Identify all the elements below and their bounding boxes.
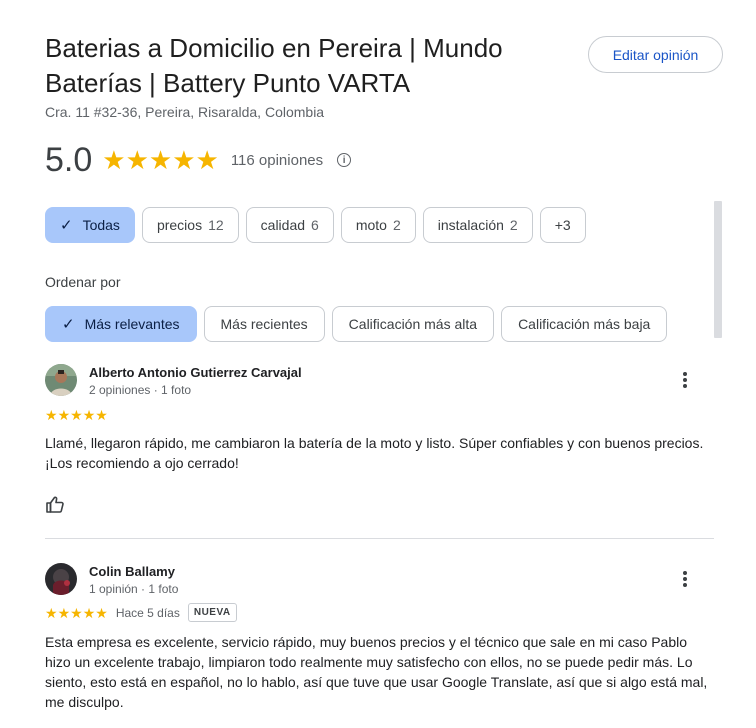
rating-stars: ★ ★ ★ ★ ★	[102, 147, 219, 173]
sort-chip-label: Más relevantes	[84, 316, 180, 332]
star-icon: ★	[70, 407, 83, 423]
filter-chips: ✓ Todas precios 12 calidad 6 moto 2 inst…	[45, 207, 593, 243]
review-count: 116 opiniones	[230, 151, 324, 169]
star-icon: ★	[95, 407, 108, 423]
rating-summary: 5.0 ★ ★ ★ ★ ★ 116 opiniones i	[45, 140, 352, 180]
sort-chip-baja[interactable]: Calificación más baja	[501, 306, 668, 342]
review-divider	[45, 538, 714, 539]
filter-chip-more[interactable]: +3	[539, 207, 586, 243]
sort-chips: ✓ Más relevantes Más recientes Calificac…	[45, 306, 674, 342]
filter-chip-count: 12	[208, 217, 224, 233]
star-icon: ★	[195, 145, 219, 175]
check-icon: ✓	[60, 217, 73, 234]
star-icon: ★	[172, 145, 196, 175]
more-options-icon[interactable]	[677, 569, 693, 589]
info-icon[interactable]: i	[337, 153, 352, 167]
filter-chip-count: 6	[311, 217, 319, 233]
reviewer-name[interactable]: Alberto Antonio Gutierrez Carvajal	[89, 365, 302, 380]
sort-chip-relevantes[interactable]: ✓ Más relevantes	[45, 306, 197, 342]
reviewer-meta: 1 opinión · 1 foto	[89, 582, 179, 596]
avatar[interactable]	[45, 364, 77, 396]
star-icon: ★	[57, 604, 71, 621]
filter-chip-label: moto	[355, 217, 387, 233]
sort-chip-alta[interactable]: Calificación más alta	[331, 306, 495, 342]
review-card: Alberto Antonio Gutierrez Carvajal 2 opi…	[45, 364, 715, 524]
star-icon: ★	[82, 604, 96, 621]
star-icon: ★	[95, 604, 108, 621]
review-card: Colin Ballamy 1 opinión · 1 foto ★ ★ ★ ★…	[45, 563, 715, 728]
review-text: Llamé, llegaron rápido, me cambiaron la …	[45, 435, 704, 471]
sort-chip-label: Más recientes	[220, 316, 308, 332]
sort-chip-label: Calificación más alta	[348, 316, 478, 332]
review-stars: ★ ★ ★ ★ ★	[45, 408, 108, 422]
check-icon: ✓	[62, 316, 75, 333]
reviewer-meta: 2 opiniones · 1 foto	[89, 383, 192, 397]
more-options-icon[interactable]	[677, 370, 693, 390]
filter-chip-count: 2	[392, 217, 401, 233]
filter-chip-label: instalación	[437, 217, 504, 233]
star-icon: ★	[70, 604, 83, 621]
star-icon: ★	[102, 145, 126, 175]
review-stars: ★ ★ ★ ★ ★ Hace 5 días NUEVA	[45, 603, 237, 622]
thumbs-up-icon[interactable]	[45, 495, 65, 515]
filter-chip-calidad[interactable]: calidad 6	[245, 207, 334, 243]
place-title: Baterias a Domicilio en Pereira | Mundo …	[45, 33, 503, 98]
new-badge: NUEVA	[187, 603, 237, 622]
sort-chip-recientes[interactable]: Más recientes	[203, 306, 325, 342]
avatar[interactable]	[45, 563, 77, 595]
rating-value: 5.0	[45, 141, 93, 179]
filter-chip-label: Todas	[82, 217, 120, 233]
filter-chip-moto[interactable]: moto 2	[340, 207, 416, 243]
edit-review-button[interactable]: Editar opinión	[588, 36, 723, 73]
review-text: Esta empresa es excelente, servicio rápi…	[45, 634, 708, 710]
filter-chip-label: +3	[554, 217, 571, 233]
scrollbar[interactable]	[714, 201, 722, 338]
filter-chip-instalacion[interactable]: instalación 2	[422, 207, 533, 243]
sort-chip-label: Calificación más baja	[518, 316, 651, 332]
star-icon: ★	[57, 407, 71, 423]
place-address: Cra. 11 #32-36, Pereira, Risaralda, Colo…	[45, 104, 325, 120]
star-icon: ★	[125, 145, 149, 175]
filter-chip-count: 2	[509, 217, 518, 233]
review-time: Hace 5 días	[115, 605, 180, 620]
filter-chip-todas[interactable]: ✓ Todas	[45, 207, 135, 243]
reviewer-name[interactable]: Colin Ballamy	[89, 564, 175, 579]
filter-chip-label: precios	[156, 217, 203, 233]
star-icon: ★	[82, 407, 96, 423]
filter-chip-precios[interactable]: precios 12	[141, 207, 239, 243]
sort-label: Ordenar por	[45, 274, 121, 290]
star-icon: ★	[148, 145, 173, 175]
filter-chip-label: calidad	[260, 217, 306, 233]
star-icon: ★	[45, 407, 58, 423]
star-icon: ★	[45, 604, 58, 621]
